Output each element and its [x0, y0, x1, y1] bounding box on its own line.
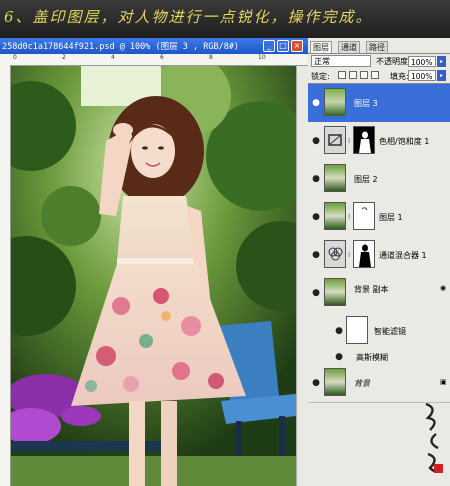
panel-tabs: 图层 通道 路径	[308, 40, 450, 54]
smart-object-icon: ◉	[440, 284, 447, 292]
layer-name[interactable]: 图层 1	[379, 212, 403, 223]
minimize-button[interactable]: _	[263, 40, 275, 52]
photo-illustration	[11, 66, 296, 486]
layer-name[interactable]: 色相/饱和度 1	[379, 136, 429, 147]
chain-link-icon: ⁞	[348, 137, 351, 145]
ruler-number: 0	[13, 54, 17, 61]
document-title-bar[interactable]: 258d0c1a178644f921.psd @ 100% (图层 3 , RG…	[0, 38, 308, 54]
ruler-number: 4	[111, 54, 115, 61]
layer-name[interactable]: 图层 3	[354, 98, 378, 109]
lock-icon[interactable]	[371, 71, 379, 79]
banner-caption: 6、盖印图层，对人物进行一点锐化，操作完成。	[4, 8, 373, 26]
photo-canvas[interactable]	[11, 66, 296, 486]
blend-mode-select[interactable]: 正常	[311, 55, 371, 67]
close-button[interactable]: ×	[291, 40, 303, 52]
layer-mask-thumbnail	[353, 126, 375, 154]
layer-thumbnail	[324, 202, 346, 230]
tab-paths[interactable]: 路径	[366, 41, 388, 53]
layer-thumbnail	[324, 368, 346, 396]
document-title: 258d0c1a178644f921.psd @ 100% (图层 3 , RG…	[2, 42, 240, 52]
lock-position-icon[interactable]	[360, 71, 368, 79]
layer-name[interactable]: 高斯模糊	[356, 352, 388, 363]
eye-icon[interactable]: ●	[334, 352, 344, 362]
opacity-label: 不透明度:	[376, 57, 411, 66]
layer-thumbnail	[324, 88, 346, 116]
eye-icon[interactable]: ●	[311, 98, 321, 108]
fill-label: 填充:	[390, 72, 409, 81]
filter-effect-row[interactable]: ● 高斯模糊	[308, 350, 450, 365]
eye-icon[interactable]: ●	[334, 326, 344, 336]
chain-link-icon: ⁞	[348, 213, 351, 221]
fill-slider-button[interactable]: ▸	[437, 70, 446, 81]
lock-label: 锁定:	[311, 72, 330, 81]
layer-name[interactable]: 通道混合器 1	[379, 250, 427, 261]
eye-icon[interactable]: ●	[311, 250, 321, 260]
vertical-ruler	[0, 65, 11, 486]
lock-icon: ▣	[440, 378, 447, 386]
opacity-slider-button[interactable]: ▸	[437, 56, 446, 67]
layers-list: ● 图层 3 ● ⁞ 色相/饱和度 1 ● 图层 2 ● ⁞ 图层 1 ● ⁞ …	[308, 83, 450, 444]
signature-watermark	[420, 398, 448, 480]
eye-icon[interactable]: ●	[311, 288, 321, 298]
tab-layers[interactable]: 图层	[310, 41, 332, 53]
eye-icon[interactable]: ●	[311, 136, 321, 146]
fill-input[interactable]: 100%	[408, 70, 436, 81]
eye-icon[interactable]: ●	[311, 378, 321, 388]
layer-row[interactable]: ● 图层 2	[308, 160, 450, 199]
filter-mask-thumbnail	[346, 316, 368, 344]
eye-icon[interactable]: ●	[311, 212, 321, 222]
ruler-number: 8	[209, 54, 213, 61]
adjustment-icon	[324, 126, 346, 154]
layer-row[interactable]: ● 背景 副本 ◉	[308, 274, 450, 313]
layer-name[interactable]: 背景 副本	[354, 284, 389, 295]
layer-mask-thumbnail	[353, 202, 375, 230]
chain-link-icon: ⁞	[348, 251, 351, 259]
tab-channels[interactable]: 通道	[338, 41, 360, 53]
layer-row[interactable]: ● ⁞ 通道混合器 1	[308, 236, 450, 275]
layer-thumbnail	[324, 278, 346, 306]
opacity-input[interactable]: 100%	[408, 56, 436, 67]
layer-thumbnail	[324, 164, 346, 192]
document-window[interactable]: 258d0c1a178644f921.psd @ 100% (图层 3 , RG…	[0, 38, 309, 486]
eye-icon[interactable]: ●	[311, 174, 321, 184]
layer-row[interactable]: ● ⁞ 图层 1	[308, 198, 450, 237]
ruler-number: 2	[62, 54, 66, 61]
tutorial-banner: 6、盖印图层，对人物进行一点锐化，操作完成。	[0, 0, 450, 38]
smart-filter-row[interactable]: ● 智能滤镜	[308, 312, 450, 351]
lock-image-icon[interactable]	[349, 71, 357, 79]
layer-row[interactable]: ● 图层 3	[308, 84, 450, 123]
ruler-number: 6	[160, 54, 164, 61]
horizontal-ruler: 0 2 4 6 8 10	[0, 54, 308, 66]
layer-mask-thumbnail	[353, 240, 375, 268]
lock-transparency-icon[interactable]	[338, 71, 346, 79]
layer-name[interactable]: 智能滤镜	[374, 326, 406, 337]
ruler-number: 10	[258, 54, 266, 61]
layer-name[interactable]: 图层 2	[354, 174, 378, 185]
layer-row[interactable]: ● ⁞ 色相/饱和度 1	[308, 122, 450, 161]
adjustment-icon	[324, 240, 346, 268]
layer-name[interactable]: 背景	[354, 378, 370, 389]
maximize-button[interactable]: □	[277, 40, 289, 52]
